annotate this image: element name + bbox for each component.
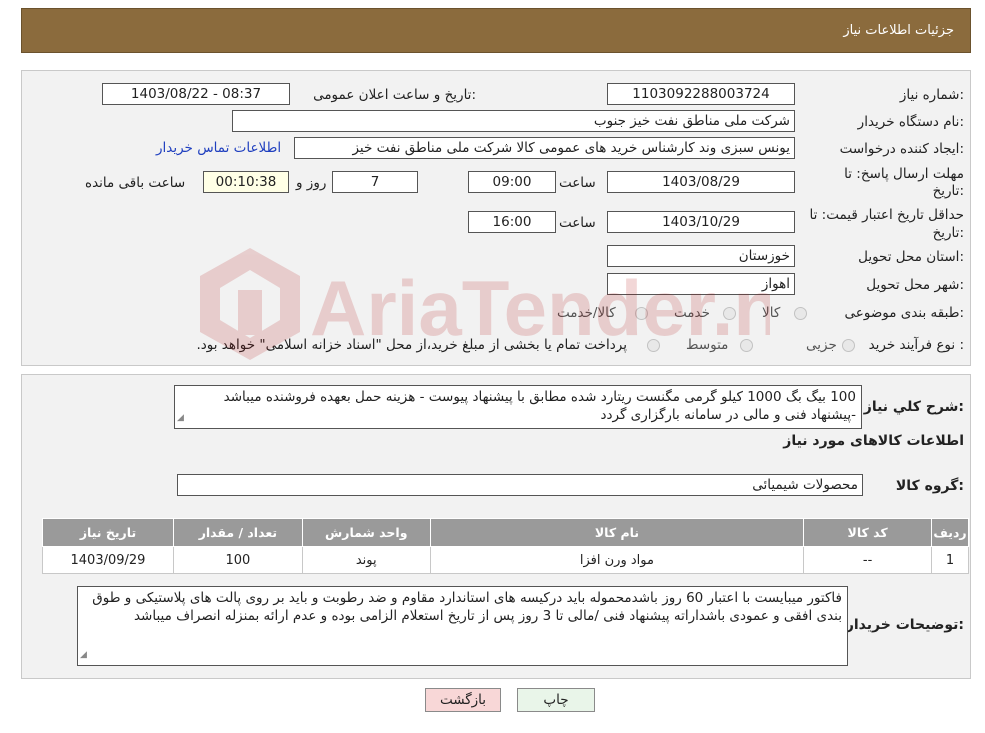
need-number-field: 1103092288003724 bbox=[607, 83, 795, 105]
col-code: کد کالا bbox=[803, 518, 933, 547]
goods-group-label: گروه کالا: bbox=[895, 478, 964, 494]
creator-label: ایجاد کننده درخواست: bbox=[839, 141, 964, 157]
col-quantity: تعداد / مقدار bbox=[172, 518, 303, 547]
announce-date-field: 1403/08/22 - 08:37 bbox=[102, 83, 290, 105]
summary-panel: شرح کلي نياز: 100 بیگ بگ 1000 کیلو گرمی … bbox=[21, 374, 971, 679]
remaining-time-field: 00:10:38 bbox=[203, 171, 289, 193]
validity-time-field: 16:00 bbox=[468, 211, 556, 233]
cell-code: -- bbox=[803, 546, 933, 574]
category-option-service: خدمت bbox=[674, 305, 710, 321]
summary-text: 100 بیگ بگ 1000 کیلو گرمی مگنست ریتارد ش… bbox=[174, 385, 862, 429]
reply-date-field: 1403/08/29 bbox=[607, 171, 795, 193]
buyer-notes-text: فاکتور میبایست با اعتبار 60 روز باشدمحمو… bbox=[77, 586, 848, 666]
process-label: نوع فرآیند خرید : bbox=[868, 337, 964, 353]
goods-table-header: ردیف کد کالا نام کالا واحد شمارش تعداد /… bbox=[42, 518, 969, 547]
reply-deadline-label-2: تاریخ: bbox=[932, 183, 964, 199]
category-radio-service[interactable] bbox=[723, 307, 736, 320]
summary-label: شرح کلي نياز: bbox=[863, 399, 964, 415]
col-unit: واحد شمارش bbox=[301, 518, 431, 547]
page-header: جزئیات اطلاعات نیاز bbox=[21, 8, 971, 53]
category-radio-goods[interactable] bbox=[794, 307, 807, 320]
page-title: جزئیات اطلاعات نیاز bbox=[843, 23, 954, 38]
reply-deadline-label: مهلت ارسال پاسخ: تا bbox=[844, 166, 964, 182]
province-field: خوزستان bbox=[607, 245, 795, 267]
cell-name: مواد ورن افزا bbox=[429, 546, 805, 574]
back-button[interactable]: بازگشت bbox=[425, 688, 501, 712]
print-button[interactable]: چاپ bbox=[517, 688, 595, 712]
city-field: اهواز bbox=[607, 273, 795, 295]
process-radio-minor[interactable] bbox=[842, 339, 855, 352]
category-label: طبقه بندی موضوعی: bbox=[844, 305, 964, 321]
validity-label: حداقل تاریخ اعتبار قیمت: تا bbox=[809, 207, 964, 223]
cell-quantity: 100 bbox=[172, 546, 303, 574]
cell-row: 1 bbox=[931, 546, 969, 574]
col-need-date: تاریخ نیاز bbox=[42, 518, 174, 547]
validity-time-label: ساعت bbox=[559, 215, 596, 231]
reply-time-field: 09:00 bbox=[468, 171, 556, 193]
cell-unit: پوند bbox=[301, 546, 431, 574]
summary-text-content: 100 بیگ بگ 1000 کیلو گرمی مگنست ریتارد ش… bbox=[223, 389, 856, 423]
resize-handle-icon[interactable]: ◢ bbox=[177, 409, 184, 427]
buyer-notes-label: توضیحات خریدار: bbox=[845, 617, 964, 633]
need-number-label: شماره نیاز: bbox=[899, 87, 964, 103]
col-row: ردیف bbox=[931, 518, 969, 547]
category-radio-goods-service[interactable] bbox=[635, 307, 648, 320]
table-row: 1 -- مواد ورن افزا پوند 100 1403/09/29 bbox=[42, 546, 969, 574]
reply-time-label: ساعت bbox=[559, 175, 596, 191]
days-label: روز و bbox=[296, 175, 327, 191]
category-option-goods: کالا bbox=[762, 305, 781, 321]
process-radio-medium[interactable] bbox=[740, 339, 753, 352]
buyer-org-label: نام دستگاه خریدار: bbox=[857, 114, 964, 130]
process-option-medium: متوسط bbox=[686, 337, 729, 353]
days-field: 7 bbox=[332, 171, 418, 193]
goods-group-field: محصولات شیمیائی bbox=[177, 474, 863, 496]
treasury-checkbox[interactable] bbox=[647, 339, 660, 352]
cell-need-date: 1403/09/29 bbox=[42, 546, 174, 574]
city-label: شهر محل تحویل: bbox=[866, 277, 964, 293]
category-option-goods-service: کالا/خدمت bbox=[557, 305, 616, 321]
creator-field: یونس سبزی وند کارشناس خرید های عمومی کال… bbox=[294, 137, 795, 159]
goods-info-title: اطلاعات کالاهای مورد نیاز bbox=[783, 433, 964, 449]
details-panel: شماره نیاز: 1103092288003724 تاریخ و ساع… bbox=[21, 70, 971, 366]
process-option-minor: جزیی bbox=[806, 337, 837, 353]
province-label: استان محل تحویل: bbox=[858, 249, 964, 265]
remaining-time-label: ساعت باقی مانده bbox=[85, 175, 186, 191]
resize-handle-icon[interactable]: ◢ bbox=[80, 646, 87, 664]
buyer-contact-link[interactable]: اطلاعات تماس خریدار bbox=[156, 140, 281, 156]
validity-label-2: تاریخ: bbox=[932, 225, 964, 241]
col-name: نام کالا bbox=[429, 518, 805, 547]
buyer-notes-content: فاکتور میبایست با اعتبار 60 روز باشدمحمو… bbox=[92, 590, 842, 624]
payment-note: پرداخت تمام یا بخشی از مبلغ خرید،از محل … bbox=[196, 337, 627, 353]
announce-label: تاریخ و ساعت اعلان عمومی: bbox=[313, 87, 476, 103]
validity-date-field: 1403/10/29 bbox=[607, 211, 795, 233]
buyer-org-field: شرکت ملی مناطق نفت خیز جنوب bbox=[232, 110, 795, 132]
goods-table: ردیف کد کالا نام کالا واحد شمارش تعداد /… bbox=[42, 518, 969, 574]
